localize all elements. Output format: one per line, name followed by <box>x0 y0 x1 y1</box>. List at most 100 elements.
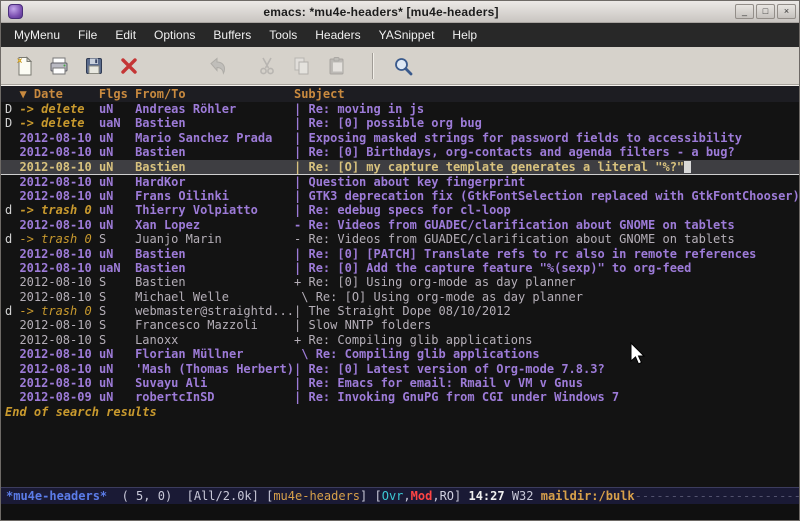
message-date: 2012-08-10 <box>19 175 98 189</box>
message-mark <box>5 247 19 261</box>
message-subject: \ Re: [O] Using org-mode as day planner <box>294 290 583 304</box>
message-row[interactable]: d -> trash 0 uN Thierry Volpiatto | Re: … <box>1 203 799 217</box>
window-title: emacs: *mu4e-headers* [mu4e-headers] <box>27 5 735 19</box>
message-flags: uN <box>99 390 135 404</box>
message-subject: | Re: moving in js <box>294 102 424 116</box>
message-mark: d <box>5 304 19 318</box>
message-row[interactable]: 2012-08-10 uN Bastien | Re: [0] [PATCH] … <box>1 247 799 261</box>
message-flags: S <box>99 232 135 246</box>
message-row[interactable]: 2012-08-10 S Lanoxx + Re: Compiling glib… <box>1 333 799 347</box>
message-date: 2012-08-10 <box>19 290 98 304</box>
message-row[interactable]: 2012-08-10 uN Florian Müllner \ Re: Comp… <box>1 347 799 361</box>
message-mark <box>5 218 19 232</box>
message-row[interactable]: 2012-08-10 uaN Bastien | Re: [0] Add the… <box>1 261 799 275</box>
message-subject: | GTK3 deprecation fix (GtkFontSelection… <box>294 189 799 203</box>
message-row[interactable]: 2012-08-10 S Francesco Mazzoli | Slow NN… <box>1 318 799 332</box>
message-row[interactable]: 2012-08-09 uN robertcInSD | Re: Invoking… <box>1 390 799 404</box>
message-date: 2012-08-10 <box>19 333 98 347</box>
close-button[interactable]: × <box>777 4 796 19</box>
message-subject: | Re: [0] Birthdays, org-contacts and ag… <box>294 145 735 159</box>
message-mark <box>5 290 19 304</box>
message-mark: d <box>5 232 19 246</box>
message-mark <box>5 189 19 203</box>
cut-button[interactable] <box>252 51 282 81</box>
message-flags: S <box>99 318 135 332</box>
modeline-segment-time: 14:27 <box>468 489 504 503</box>
message-row[interactable]: 2012-08-10 uN Xan Lopez - Re: Videos fro… <box>1 218 799 232</box>
modeline-segment-plain: , <box>403 489 410 503</box>
message-row[interactable]: d -> trash 0 S Juanjo Marin - Re: Videos… <box>1 232 799 246</box>
message-from: Suvayu Ali <box>135 376 294 390</box>
message-row[interactable]: 2012-08-10 uN HardKor | Question about k… <box>1 175 799 189</box>
search-button[interactable] <box>388 51 418 81</box>
message-mark <box>5 275 19 289</box>
message-date: 2012-08-10 <box>19 189 98 203</box>
menu-item-edit[interactable]: Edit <box>106 25 145 45</box>
undo-icon <box>206 55 228 77</box>
menu-item-tools[interactable]: Tools <box>260 25 306 45</box>
message-flags: S <box>99 290 135 304</box>
message-subject: | Re: [0] Latest version of Org-mode 7.8… <box>294 362 605 376</box>
message-row[interactable]: 2012-08-10 uN Frans Oilinki | GTK3 depre… <box>1 189 799 203</box>
menu-item-mymenu[interactable]: MyMenu <box>5 25 69 45</box>
message-flags: S <box>99 275 135 289</box>
undo-button[interactable] <box>202 51 232 81</box>
message-row[interactable]: 2012-08-10 S Bastien + Re: [0] Using org… <box>1 275 799 289</box>
message-flags: uN <box>99 203 135 217</box>
message-from: Francesco Mazzoli <box>135 318 294 332</box>
echo-area[interactable] <box>1 504 799 520</box>
modeline-segment-buffer: *mu4e-headers* <box>6 489 107 503</box>
menu-item-help[interactable]: Help <box>443 25 486 45</box>
message-date: -> delete <box>19 116 98 130</box>
message-flags: uN <box>99 376 135 390</box>
message-date: 2012-08-10 <box>19 261 98 275</box>
cut-icon <box>256 55 278 77</box>
copy-button[interactable] <box>287 51 317 81</box>
message-mark <box>5 145 19 159</box>
message-row[interactable]: 2012-08-10 uN Bastien | Re: [0] Birthday… <box>1 145 799 159</box>
message-flags: uN <box>99 189 135 203</box>
close-buffer-button[interactable] <box>114 51 144 81</box>
message-flags: uN <box>99 160 135 174</box>
message-from: Bastien <box>135 116 294 130</box>
menu-item-buffers[interactable]: Buffers <box>204 25 260 45</box>
modeline-segment-ovr: Ovr <box>382 489 404 503</box>
message-row[interactable]: d -> trash 0 S webmaster@straightd...| T… <box>1 304 799 318</box>
headers-column-header[interactable]: ▼ Date Flgs From/To Subject <box>1 86 799 102</box>
message-from: Bastien <box>135 145 294 159</box>
message-mark <box>5 347 19 361</box>
message-subject: \ Re: Compiling glib applications <box>294 347 540 361</box>
message-row[interactable]: 2012-08-10 S Michael Welle \ Re: [O] Usi… <box>1 290 799 304</box>
new-file-button[interactable] <box>9 51 39 81</box>
buffer-area[interactable]: ▼ Date Flgs From/To Subject D -> delete … <box>1 85 799 487</box>
message-from: Florian Müllner <box>135 347 294 361</box>
modeline-segment-plain: ] <box>454 489 468 503</box>
menu-item-yasnippet[interactable]: YASnippet <box>370 25 444 45</box>
message-row[interactable]: 2012-08-10 uN Bastien | Re: [O] my captu… <box>1 160 799 175</box>
message-from: Mario Sanchez Prada <box>135 131 294 145</box>
message-subject: | The Straight Dope 08/10/2012 <box>294 304 511 318</box>
message-row[interactable]: D -> delete uN Andreas Röhler | Re: movi… <box>1 102 799 116</box>
message-row[interactable]: 2012-08-10 uN Suvayu Ali | Re: Emacs for… <box>1 376 799 390</box>
message-date: 2012-08-10 <box>19 376 98 390</box>
menu-item-headers[interactable]: Headers <box>306 25 369 45</box>
message-list: D -> delete uN Andreas Röhler | Re: movi… <box>1 102 799 405</box>
minimize-button[interactable]: _ <box>735 4 754 19</box>
maximize-button[interactable]: □ <box>756 4 775 19</box>
message-row[interactable]: D -> delete uaN Bastien | Re: [0] possib… <box>1 116 799 130</box>
message-row[interactable]: 2012-08-10 uN Mario Sanchez Prada | Expo… <box>1 131 799 145</box>
modeline-segment-plain: W32 <box>505 489 541 503</box>
text-cursor <box>684 161 691 173</box>
message-date: 2012-08-10 <box>19 247 98 261</box>
message-mark <box>5 131 19 145</box>
mode-line: *mu4e-headers* ( 5, 0) [All/2.0k] [mu4e-… <box>1 487 799 504</box>
paste-button[interactable] <box>322 51 352 81</box>
message-subject: | Re: Emacs for email: Rmail v VM v Gnus <box>294 376 583 390</box>
print-button[interactable] <box>44 51 74 81</box>
save-button[interactable] <box>79 51 109 81</box>
menu-item-options[interactable]: Options <box>145 25 204 45</box>
menu-item-file[interactable]: File <box>69 25 106 45</box>
message-row[interactable]: 2012-08-10 uN 'Mash (Thomas Herbert)| Re… <box>1 362 799 376</box>
message-flags: uN <box>99 131 135 145</box>
message-from: Bastien <box>135 261 294 275</box>
